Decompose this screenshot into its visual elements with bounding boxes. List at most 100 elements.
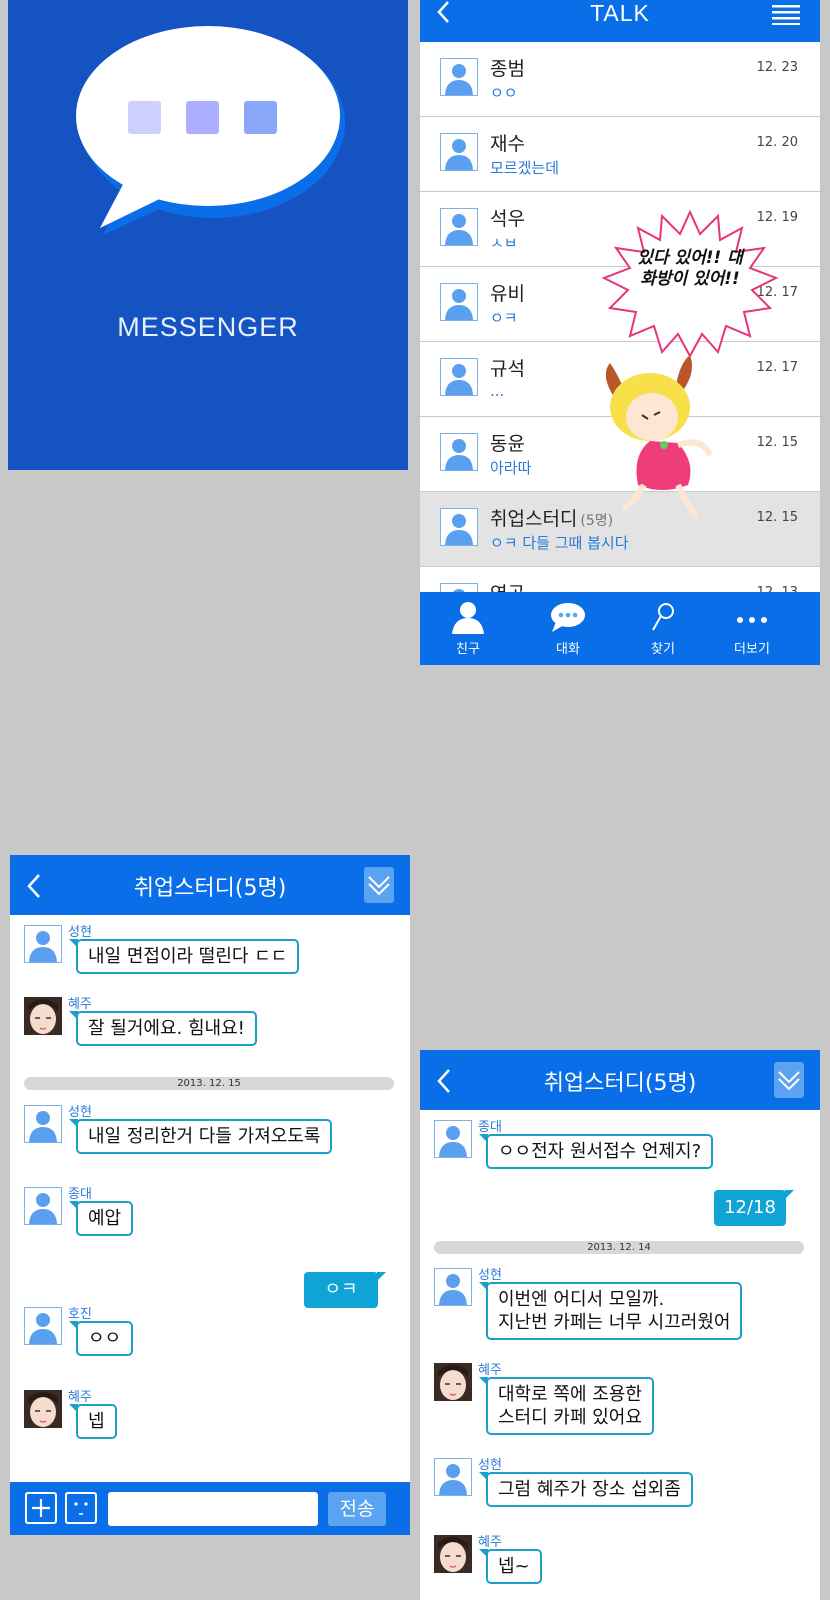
profile-photo xyxy=(24,997,62,1035)
profile-photo xyxy=(434,1363,472,1401)
date-separator: 2013. 12. 14 xyxy=(434,1241,804,1254)
sender-name: 성현 xyxy=(478,1268,502,1283)
message-text: 넵 xyxy=(88,1411,105,1432)
message-bubble: ㅇㅇ xyxy=(68,1321,134,1356)
conversation-row[interactable]: 재수 모르겠는데 12. 20 xyxy=(420,117,820,192)
send-button[interactable]: 전송 xyxy=(328,1492,386,1526)
avatar-icon xyxy=(440,133,478,171)
conversation-row[interactable]: 영곤 12. 13 xyxy=(420,567,820,592)
avatar-icon xyxy=(440,433,478,471)
date-separator: 2013. 12. 15 xyxy=(24,1077,394,1090)
message-bubble: 넵~ xyxy=(479,1549,542,1584)
tab-more[interactable]: 더보기 xyxy=(712,592,792,665)
splash-screen: MESSENGER xyxy=(8,0,408,470)
conversation-name: 규석 xyxy=(490,358,525,380)
message-bubble: 이번엔 어디서 모일까. 지난번 카페는 너무 시끄러웠어 xyxy=(478,1282,743,1340)
avatar-icon xyxy=(24,1307,62,1345)
last-message: ㅇㅋ 다들 그때 봅시다 xyxy=(490,534,629,552)
avatar-icon xyxy=(434,1458,472,1496)
message-date: 12. 13 xyxy=(757,585,798,592)
emoticon-button[interactable] xyxy=(65,1492,97,1524)
bottom-tab-bar: 친구 대화 찾기 더보기 xyxy=(420,592,820,665)
message-input-bar: 전송 xyxy=(10,1482,410,1535)
plus-icon xyxy=(32,1499,50,1517)
sender-name: 호진 xyxy=(68,1307,92,1322)
last-message: ㅇㅇ xyxy=(490,84,518,102)
profile-photo xyxy=(24,1390,62,1428)
message-line: 이번엔 어디서 모일까. xyxy=(498,1289,665,1310)
chat-screen-1: 취업스터디(5명) 성현 내일 면접이라 떨린다 ㄷㄷ 혜주 잘 될거에요. 힘내요!… xyxy=(10,855,410,1535)
sender-name: 성현 xyxy=(68,925,92,940)
collapse-button[interactable] xyxy=(364,867,394,903)
avatar-icon xyxy=(434,1120,472,1158)
hamburger-menu-icon[interactable] xyxy=(772,5,800,25)
avatar-icon xyxy=(24,1105,62,1143)
message-text: ㅇㅇ xyxy=(88,1328,122,1349)
tab-chats-label: 대화 xyxy=(556,642,580,657)
message-bubble: 잘 될거에요. 힘내요! xyxy=(69,1011,257,1046)
chat-screen-2: 취업스터디(5명) 종대 ㅇㅇ전자 원서접수 언제지? 12/18 2013. 12.… xyxy=(420,1050,820,1600)
message-text: 잘 될거에요. 힘내요! xyxy=(88,1018,245,1039)
avatar-icon xyxy=(24,1187,62,1225)
avatar-icon xyxy=(440,58,478,96)
conversation-name: 종범 xyxy=(490,58,525,80)
collapse-button[interactable] xyxy=(774,1062,804,1098)
double-chevron-down-icon xyxy=(368,876,390,896)
my-message-bubble: ㅇㅋ xyxy=(304,1272,386,1308)
avatar-icon xyxy=(440,283,478,321)
chat-header: 취업스터디(5명) xyxy=(420,1050,820,1110)
add-button[interactable] xyxy=(25,1492,57,1524)
message-bubble: 예압 xyxy=(68,1201,134,1236)
emoticon-icon xyxy=(74,1502,88,1515)
my-message-bubble: 12/18 xyxy=(714,1190,794,1226)
sender-name: 성현 xyxy=(68,1105,92,1120)
conversation-name: 유비 xyxy=(490,283,525,305)
chat-title: 취업스터디(5명) xyxy=(133,876,287,901)
avatar-icon xyxy=(24,925,62,963)
message-bubble: 대학로 쪽에 조용한 스터디 카페 있어요 xyxy=(479,1377,654,1435)
tab-friends[interactable]: 친구 xyxy=(428,592,508,665)
last-message: ㅅㅂ xyxy=(490,234,518,252)
conversation-row[interactable]: 종범 ㅇㅇ 12. 23 xyxy=(420,42,820,117)
conversation-name: 석우 xyxy=(490,208,525,230)
message-line: 대학로 쪽에 조용한 xyxy=(498,1384,642,1405)
avatar-icon xyxy=(440,358,478,396)
message-text: ㅇㅇ전자 원서접수 언제지? xyxy=(498,1141,702,1162)
tab-friends-label: 친구 xyxy=(456,642,480,657)
double-chevron-down-icon xyxy=(778,1071,800,1091)
chat-bubble-logo-icon xyxy=(76,26,345,235)
tab-more-label: 더보기 xyxy=(734,642,770,657)
message-bubble: 넵 xyxy=(69,1404,117,1439)
message-date: 12. 15 xyxy=(756,435,798,450)
message-bubble: 내일 정리한거 다들 가져오도록 xyxy=(68,1119,333,1154)
message-date: 12. 20 xyxy=(756,135,798,150)
tab-search-label: 찾기 xyxy=(651,642,675,657)
message-text: 예압 xyxy=(88,1208,122,1229)
message-date: 12. 17 xyxy=(756,360,798,375)
message-bubble: 그럼 혜주가 장소 섭외좀 xyxy=(479,1472,693,1507)
message-input[interactable] xyxy=(108,1492,318,1526)
person-icon xyxy=(452,602,484,634)
message-date: 12. 23 xyxy=(756,60,798,75)
sender-name: 혜주 xyxy=(68,1390,92,1405)
message-bubble: 내일 면접이라 떨린다 ㄷㄷ xyxy=(68,939,300,974)
speech-burst: 있다 있어!! 대화방이 있어!! xyxy=(600,208,780,359)
conversation-name: 동윤 xyxy=(490,433,525,455)
callout-text: 있다 있어!! 대화방이 있어!! xyxy=(637,248,743,289)
more-dots-icon xyxy=(737,617,767,623)
tab-chats[interactable]: 대화 xyxy=(528,592,608,665)
sender-name: 종대 xyxy=(478,1120,502,1135)
profile-photo xyxy=(434,1535,472,1573)
avatar-icon xyxy=(440,208,478,246)
sender-name: 혜주 xyxy=(68,997,92,1012)
message-text: 내일 면접이라 떨린다 ㄷㄷ xyxy=(88,946,288,967)
sender-name: 성현 xyxy=(478,1458,502,1473)
avatar-icon xyxy=(434,1268,472,1306)
tab-search[interactable]: 찾기 xyxy=(623,592,703,665)
sender-name: 혜주 xyxy=(478,1363,502,1378)
avatar-icon xyxy=(440,508,478,546)
message-text: 넵~ xyxy=(498,1556,530,1577)
last-message: ㅇㅋ xyxy=(490,309,518,327)
chat-title: 취업스터디(5명) xyxy=(543,1071,697,1096)
message-bubble: ㅇㅇ전자 원서접수 언제지? xyxy=(478,1134,714,1169)
